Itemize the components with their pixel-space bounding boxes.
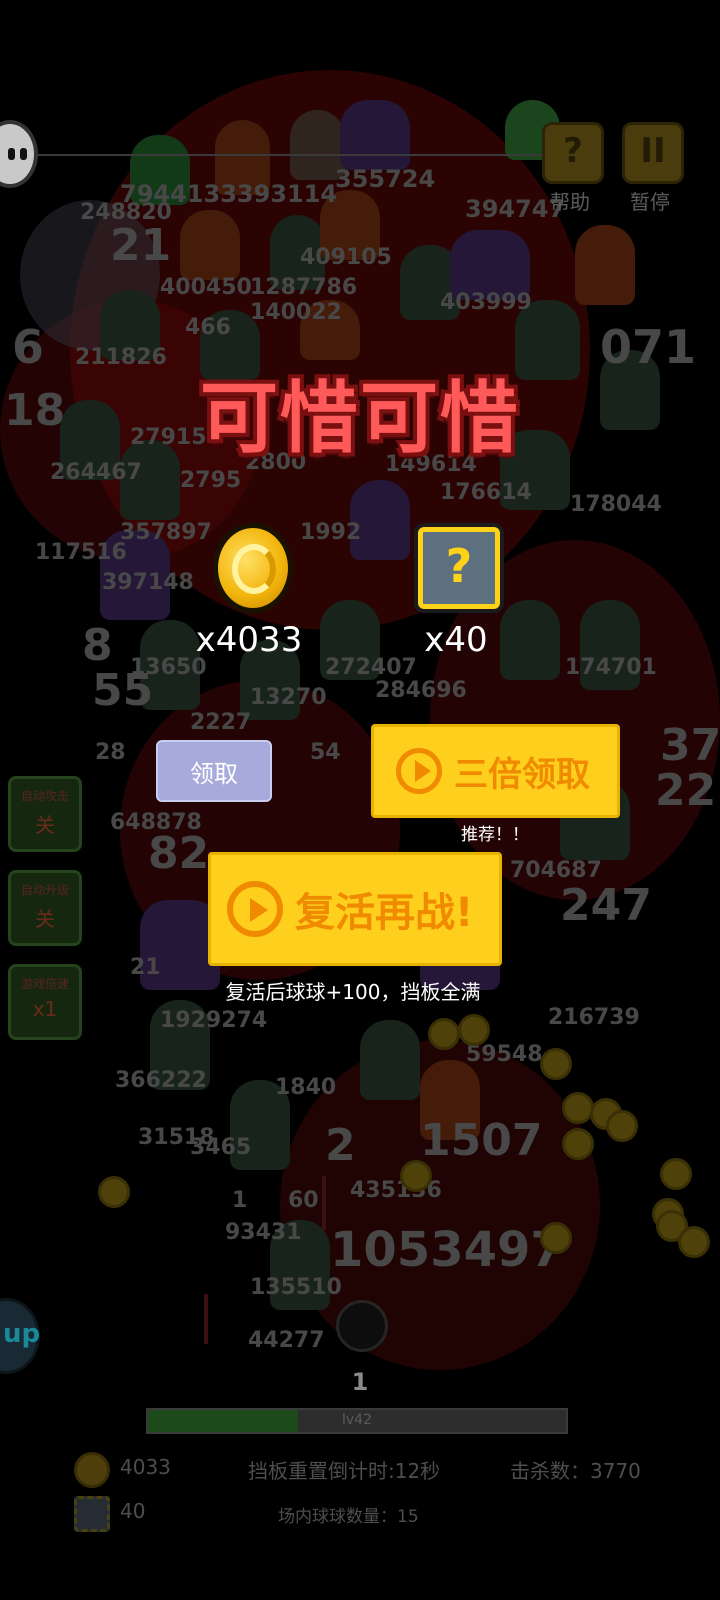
auto-upgrade-value: 关 [35, 907, 55, 931]
game-speed-label: 游戏倍速 [20, 977, 69, 991]
box-reward-count: x40 [424, 620, 488, 660]
eye-icon [8, 148, 15, 160]
game-speed-toggle[interactable]: 游戏倍速 x1 [8, 964, 82, 1040]
play-video-icon [227, 881, 283, 937]
claim-label: 领取 [190, 759, 238, 788]
box-count: 40 [120, 1499, 146, 1523]
help-label: 帮助 [550, 190, 590, 214]
top-divider [30, 154, 550, 156]
auto-upgrade-toggle[interactable]: 自动升级 关 [8, 870, 82, 946]
upgrade-label: up [3, 1319, 41, 1349]
pause-label: 暂停 [630, 190, 670, 214]
help-button[interactable]: ? [542, 122, 604, 184]
game-speed-value: x1 [32, 997, 58, 1021]
question-mark-glyph: ? [445, 539, 473, 593]
play-video-icon [396, 748, 442, 794]
kill-count: 击杀数：3770 [510, 1459, 641, 1483]
auto-attack-toggle[interactable]: 自动攻击 关 [8, 776, 82, 852]
coin-shine [232, 544, 276, 594]
coin-reward-count: x4033 [195, 620, 303, 660]
auto-upgrade-label: 自动升级 [20, 883, 69, 897]
paddle-reset-timer: 挡板重置倒计时:12秒 [248, 1459, 441, 1483]
question-icon: ? [563, 131, 583, 171]
revive-button[interactable]: 复活再战! [208, 852, 502, 966]
coin-icon [213, 523, 293, 613]
triple-claim-button[interactable]: 三倍领取 [371, 724, 620, 818]
pause-icon: II [640, 131, 666, 171]
revive-note: 复活后球球+100，挡板全满 [225, 980, 481, 1004]
auto-attack-value: 关 [35, 813, 55, 837]
level-number: 1 [351, 1368, 369, 1396]
revive-label: 复活再战! [295, 890, 474, 936]
xp-bar: lv42 [146, 1408, 568, 1434]
claim-button[interactable]: 领取 [156, 740, 272, 802]
coin-icon [74, 1452, 110, 1488]
mystery-box-icon [74, 1496, 110, 1532]
mystery-box-icon: ? [414, 523, 504, 613]
coin-count: 4033 [120, 1455, 171, 1479]
auto-attack-label: 自动攻击 [20, 789, 69, 803]
triple-claim-label: 三倍领取 [454, 754, 590, 795]
pause-button[interactable]: II [622, 122, 684, 184]
dialog-title: 可惜可惜 [199, 374, 520, 464]
recommend-text: 推荐！！ [461, 825, 529, 845]
eye-icon [20, 148, 27, 160]
balls-in-field: 场内球球数量：15 [278, 1507, 419, 1527]
xp-label: lv42 [342, 1412, 372, 1428]
